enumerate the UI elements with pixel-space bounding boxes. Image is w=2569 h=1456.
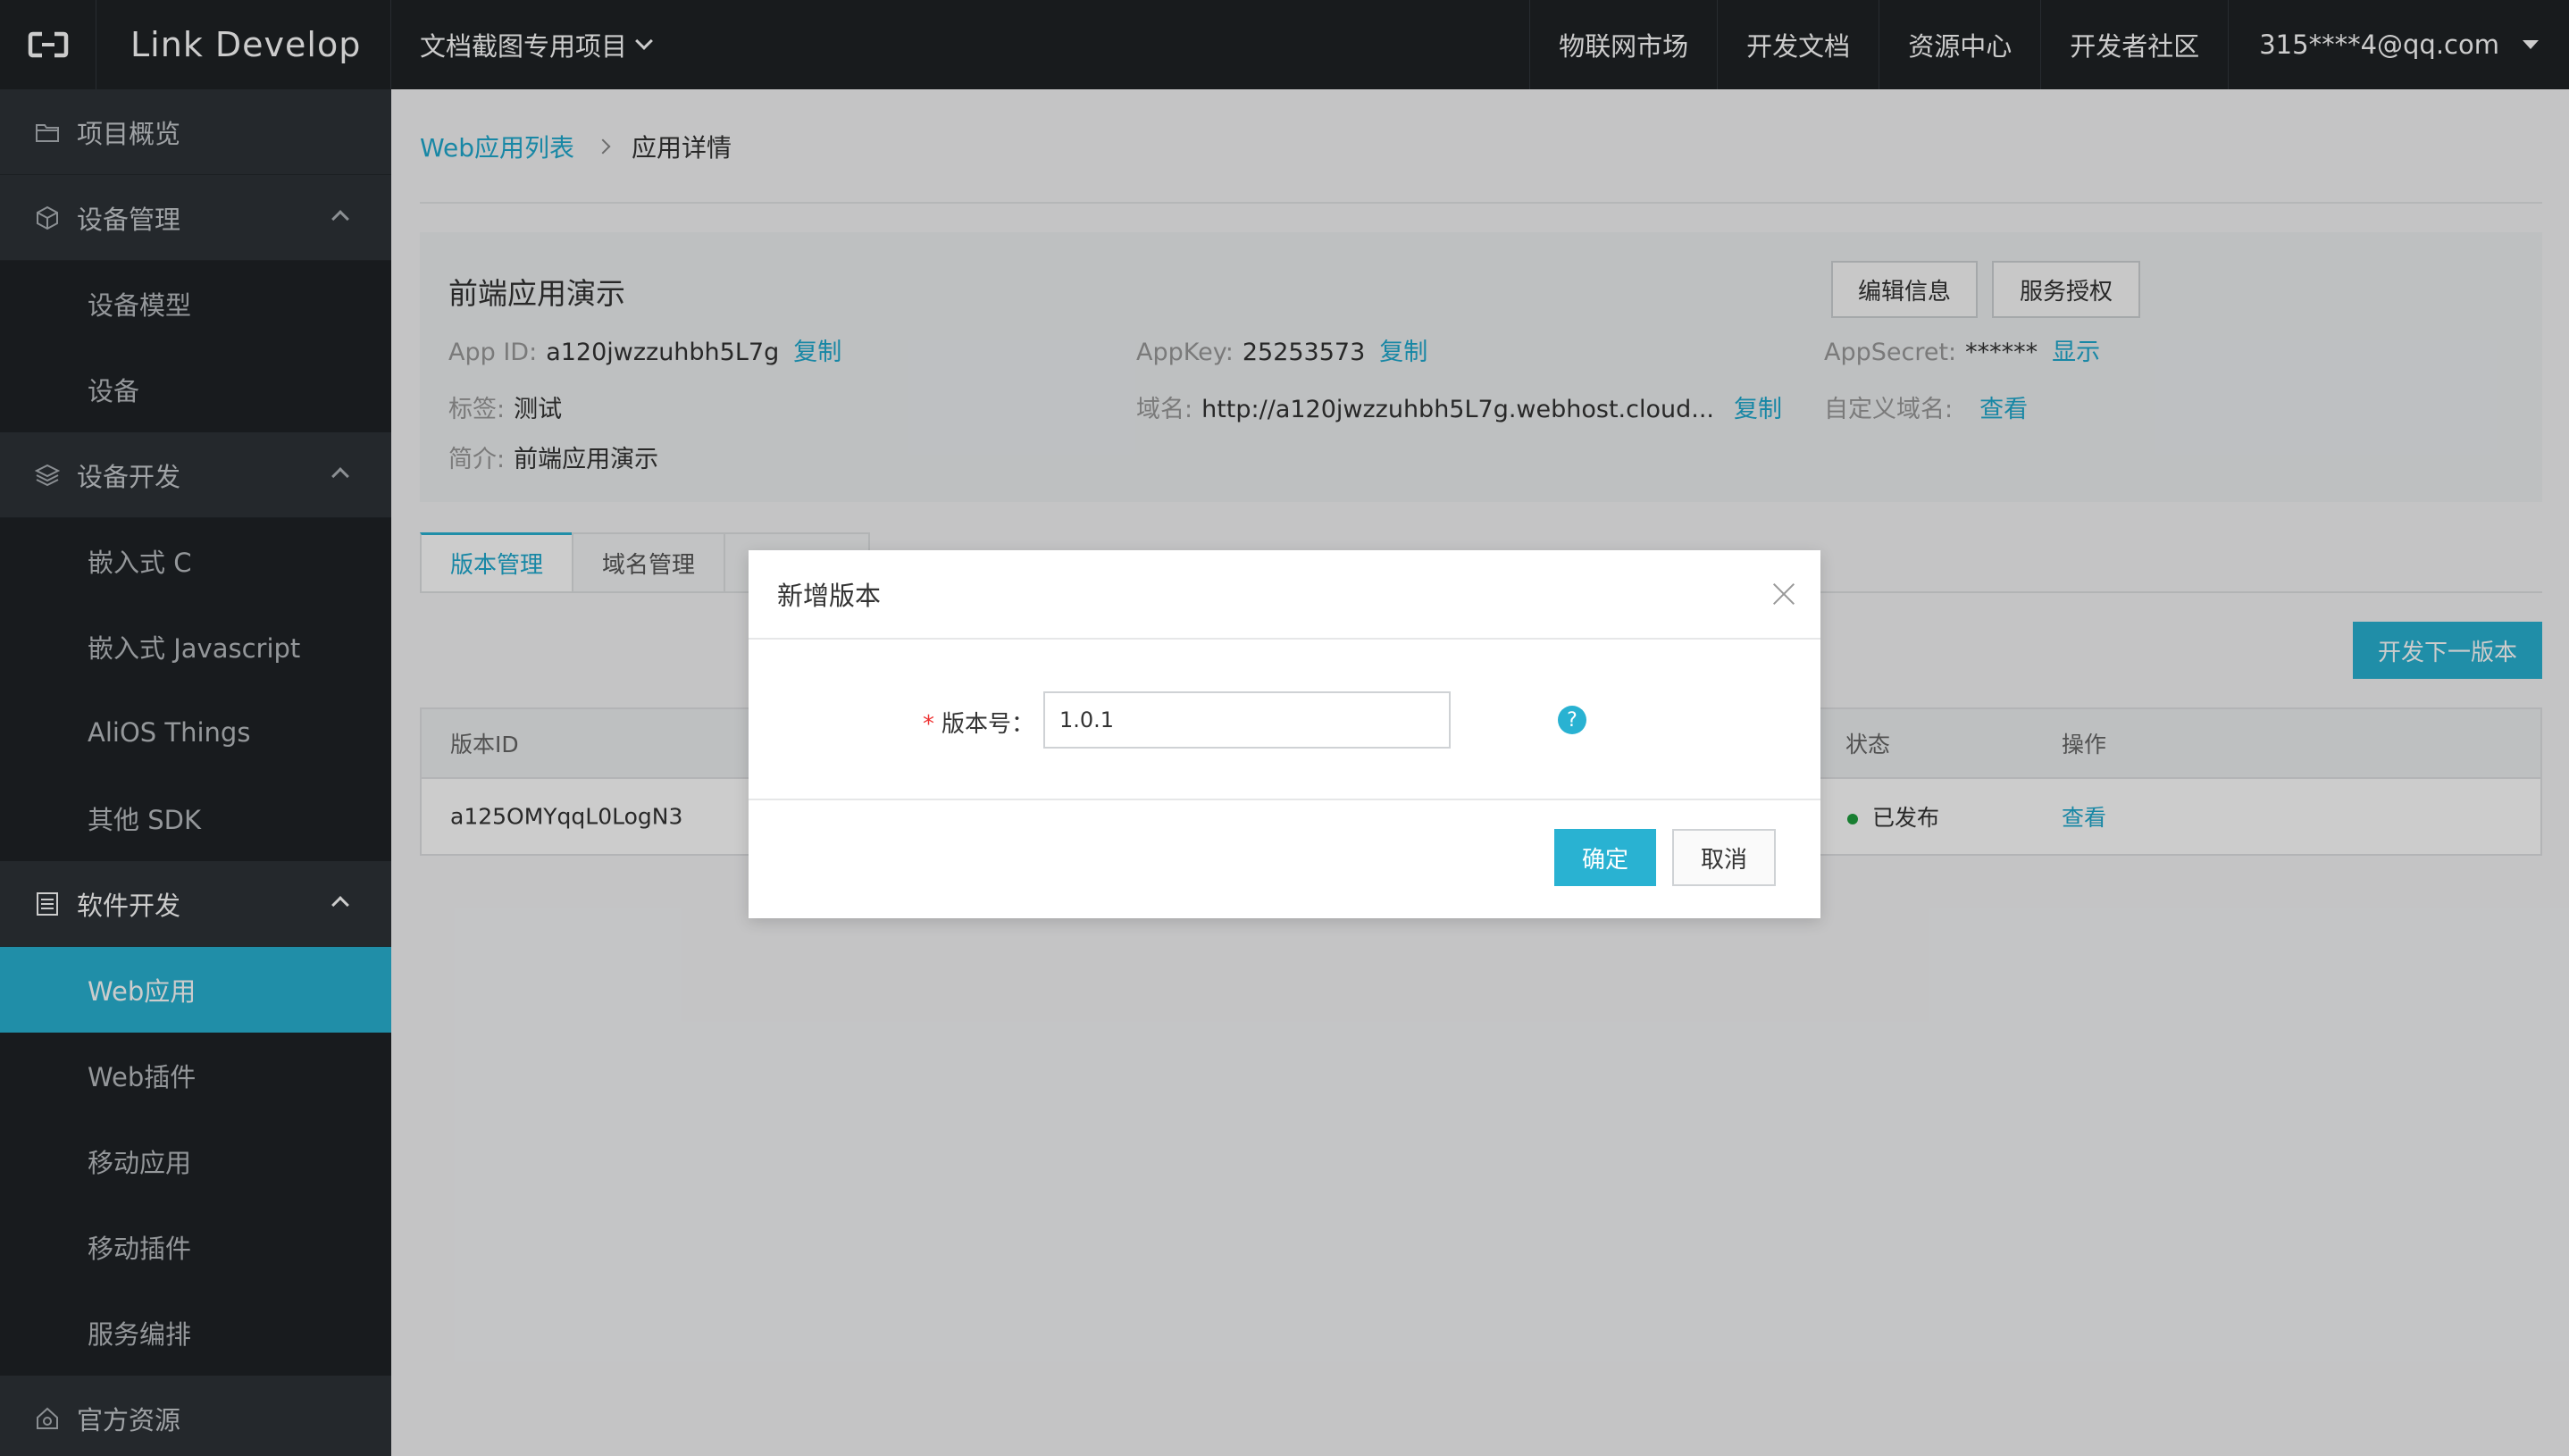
version-label: * 版本号： [923, 706, 1034, 739]
dialog-footer: 确定 取消 [749, 799, 1820, 918]
version-label-text: 版本号： [941, 711, 1034, 738]
version-form-row: * 版本号： ? [749, 691, 1820, 749]
dialog-title: 新增版本 [777, 581, 882, 611]
help-icon[interactable]: ? [1558, 706, 1586, 734]
close-icon[interactable] [1772, 582, 1795, 606]
required-mark: * [922, 711, 934, 738]
version-number-input[interactable] [1043, 691, 1451, 749]
confirm-button[interactable]: 确定 [1554, 829, 1656, 886]
dialog-header: 新增版本 [749, 550, 1820, 640]
new-version-dialog: 新增版本 * 版本号： ? 确定 取消 [749, 550, 1820, 918]
cancel-button[interactable]: 取消 [1672, 829, 1776, 886]
